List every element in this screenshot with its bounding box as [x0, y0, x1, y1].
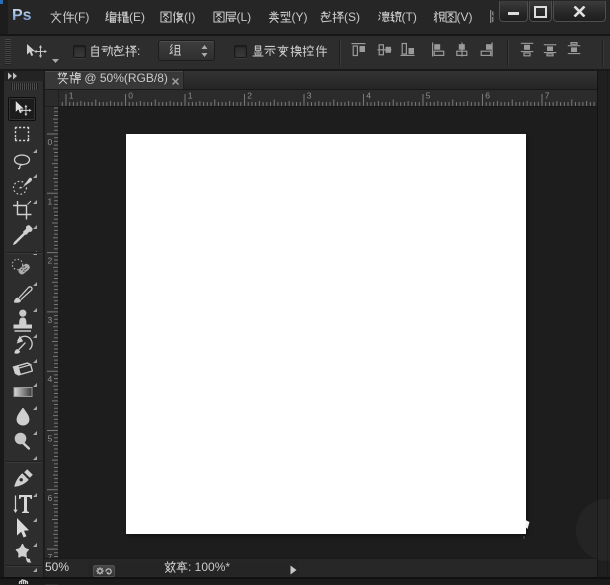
svg-text:3: 3 — [48, 314, 53, 324]
svg-text:4: 4 — [48, 374, 53, 384]
svg-text:0: 0 — [48, 137, 53, 147]
svg-text:1: 1 — [69, 90, 74, 100]
svg-text:1: 1 — [188, 90, 193, 100]
svg-text:3: 3 — [307, 90, 312, 100]
svg-text:1: 1 — [48, 196, 53, 206]
svg-text:4: 4 — [366, 90, 371, 100]
svg-text:2: 2 — [247, 90, 252, 100]
svg-text:0: 0 — [128, 90, 133, 100]
svg-text:6: 6 — [485, 90, 490, 100]
svg-text:7: 7 — [545, 90, 550, 100]
svg-text:5: 5 — [426, 90, 431, 100]
svg-text:6: 6 — [48, 492, 53, 502]
svg-text:5: 5 — [48, 433, 53, 443]
svg-text:2: 2 — [48, 255, 53, 265]
